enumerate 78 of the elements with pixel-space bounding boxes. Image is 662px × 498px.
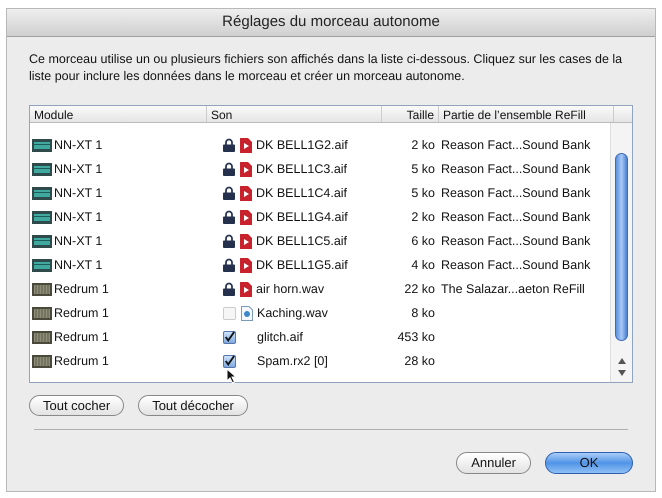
module-name: NN-XT 1 (54, 232, 102, 250)
file-size: 5 ko (410, 160, 436, 178)
sampler-module-icon (32, 162, 52, 176)
scroll-down-icon[interactable] (618, 370, 626, 376)
sound-file-name: DK BELL1G4.aif (256, 208, 348, 226)
refill-name: Reason Fact...Sound Bank (440, 160, 590, 178)
audio-file-icon (240, 234, 252, 248)
file-size: 453 ko (396, 328, 436, 346)
drum-module-icon (32, 330, 52, 344)
sound-file-name: glitch.aif (257, 328, 303, 346)
list-button[interactable]: Tout cocher (29, 395, 124, 416)
sound-file-name: DK BELL1G2.aif (256, 136, 348, 154)
sampler-module-icon (32, 234, 52, 248)
module-name: NN-XT 1 (54, 256, 102, 274)
audio-file-icon (240, 258, 252, 272)
audio-file-icon (240, 138, 252, 152)
sampler-module-icon (32, 186, 52, 200)
lock-icon (223, 138, 235, 152)
audio-file-icon (240, 210, 252, 224)
sampler-module-icon (32, 138, 52, 152)
sound-file-name: DK BELL1C5.aif (256, 232, 348, 250)
module-name: NN-XT 1 (54, 208, 102, 226)
audio-file-icon (240, 162, 252, 176)
list-button[interactable]: Tout décocher (138, 395, 248, 416)
module-name: Redrum 1 (54, 304, 109, 322)
document-icon (241, 306, 253, 320)
refill-name: Reason Fact...Sound Bank (440, 136, 590, 154)
refill-name: The Salazar...aeton ReFill (440, 280, 585, 298)
file-size: 4 ko (410, 256, 436, 274)
module-name: NN-XT 1 (54, 184, 102, 202)
sound-file-name: Kaching.wav (257, 304, 328, 322)
lock-icon (223, 234, 235, 248)
drum-module-icon (32, 354, 52, 368)
checkbox[interactable] (223, 330, 236, 344)
file-size: 8 ko (410, 304, 436, 322)
refill-name: Reason Fact...Sound Bank (440, 232, 590, 250)
description-text: Ce morceau utilise un ou plusieurs fichiers son affichés dans la liste ci-dessous. Cliquez sur les cases de la liste pour inclure les données dans le morceau et créer un morceau autonome. (29, 51, 624, 85)
audio-file-icon (240, 282, 252, 296)
refill-name: Reason Fact...Sound Bank (440, 256, 590, 274)
lock-icon (223, 210, 235, 224)
file-size: 6 ko (410, 232, 436, 250)
file-size: 28 ko (403, 352, 436, 370)
column-header[interactable]: Son (207, 106, 382, 122)
sampler-module-icon (32, 258, 52, 272)
refill-name: Reason Fact...Sound Bank (440, 208, 590, 226)
sound-file-name: DK BELL1C4.aif (256, 184, 348, 202)
sound-file-name: DK BELL1G5.aif (256, 256, 348, 274)
module-name: NN-XT 1 (54, 160, 102, 178)
column-header[interactable]: Module (30, 106, 207, 122)
ok-button[interactable]: OK (545, 452, 633, 474)
window-title: Réglages du morceau autonome (222, 12, 440, 32)
column-header[interactable]: Taille (382, 106, 439, 122)
file-size: 22 ko (403, 280, 436, 298)
scrollbar[interactable] (610, 123, 632, 382)
scroll-up-icon[interactable] (618, 358, 626, 364)
lock-icon (223, 162, 235, 176)
drum-module-icon (32, 306, 52, 320)
module-name: Redrum 1 (54, 280, 109, 298)
module-name: Redrum 1 (54, 328, 109, 346)
sound-file-name: DK BELL1C3.aif (256, 160, 348, 178)
lock-icon (223, 186, 235, 200)
file-size: 2 ko (410, 208, 436, 226)
scrollbar-thumb[interactable] (615, 153, 628, 341)
module-name: Redrum 1 (54, 352, 109, 370)
lock-icon (223, 258, 235, 272)
checkbox[interactable] (223, 354, 236, 368)
audio-file-icon (240, 186, 252, 200)
file-size: 5 ko (410, 184, 436, 202)
cancel-button[interactable]: Annuler (456, 452, 531, 474)
lock-icon (223, 282, 235, 296)
drum-module-icon (32, 282, 52, 296)
column-header[interactable]: Partie de l’ensemble ReFill (439, 106, 614, 122)
file-size: 2 ko (410, 136, 436, 154)
sound-file-name: Spam.rx2 [0] (257, 352, 328, 370)
sampler-module-icon (32, 210, 52, 224)
module-name: NN-XT 1 (54, 136, 102, 154)
sound-file-name: air horn.wav (256, 280, 324, 298)
refill-name: Reason Fact...Sound Bank (440, 184, 590, 202)
